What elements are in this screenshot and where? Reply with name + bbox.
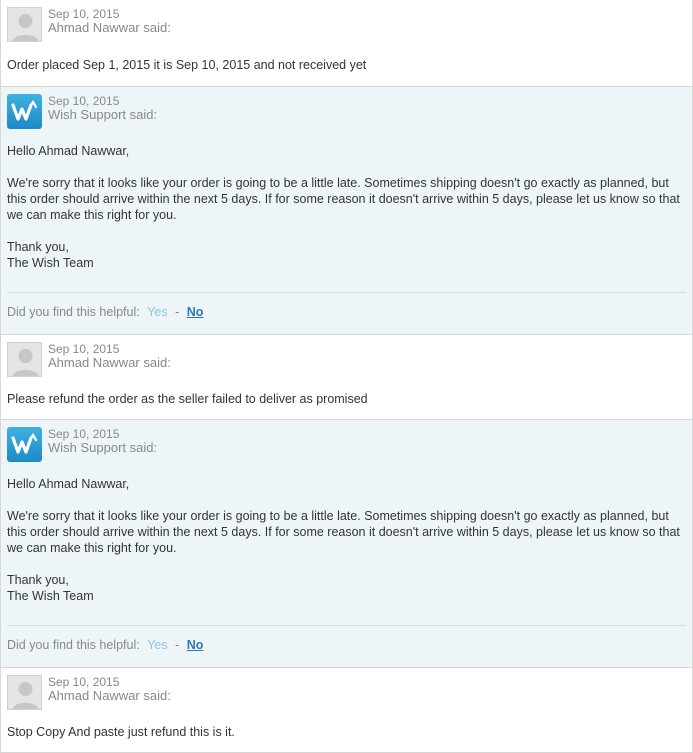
user-avatar-icon (7, 7, 42, 42)
message-text: Please refund the order as the seller fa… (7, 392, 368, 406)
signature-text: The Wish Team (7, 256, 94, 270)
message-body: Hello Ahmad Nawwar, We're sorry that it … (7, 143, 684, 271)
message-body: Order placed Sep 1, 2015 it is Sep 10, 2… (7, 57, 684, 73)
message-body: Please refund the order as the seller fa… (7, 391, 684, 407)
message-author: Wish Support said: (48, 107, 158, 122)
wish-logo-icon (7, 427, 42, 462)
message-meta: Sep 10, 2015 Wish Support said: (48, 95, 158, 122)
helpful-yes-link[interactable]: Yes (147, 305, 167, 319)
helpful-no-link[interactable]: No (187, 305, 204, 319)
message-meta: Sep 10, 2015 Ahmad Nawwar said: (48, 8, 171, 35)
message-meta: Sep 10, 2015 Ahmad Nawwar said: (48, 343, 171, 370)
message-meta: Sep 10, 2015 Wish Support said: (48, 428, 158, 455)
message-author: Ahmad Nawwar said: (48, 688, 171, 703)
signature-text: The Wish Team (7, 589, 94, 603)
user-avatar-icon (7, 342, 42, 377)
greeting-text: Hello Ahmad Nawwar, (7, 477, 130, 491)
message-author: Ahmad Nawwar said: (48, 20, 171, 35)
signoff-text: Thank you, (7, 240, 69, 254)
message-meta: Sep 10, 2015 Ahmad Nawwar said: (48, 676, 171, 703)
helpful-feedback: Did you find this helpful: Yes - No (7, 292, 686, 319)
helpful-prompt: Did you find this helpful: (7, 638, 140, 652)
message-author: Wish Support said: (48, 440, 158, 455)
greeting-text: Hello Ahmad Nawwar, (7, 144, 130, 158)
wish-logo-icon (7, 94, 42, 129)
helpful-yes-link[interactable]: Yes (147, 638, 167, 652)
helpful-separator: - (175, 305, 180, 319)
helpful-separator: - (175, 638, 180, 652)
message-user: Sep 10, 2015 Ahmad Nawwar said: Please r… (1, 335, 692, 420)
message-thread: Sep 10, 2015 Ahmad Nawwar said: Order pl… (0, 0, 693, 753)
response-text: We're sorry that it looks like your orde… (7, 176, 680, 222)
user-avatar-icon (7, 675, 42, 710)
message-user: Sep 10, 2015 Ahmad Nawwar said: Order pl… (1, 0, 692, 87)
helpful-prompt: Did you find this helpful: (7, 305, 140, 319)
message-support: Sep 10, 2015 Wish Support said: Hello Ah… (1, 87, 692, 335)
helpful-no-link[interactable]: No (187, 638, 204, 652)
message-user: Sep 10, 2015 Ahmad Nawwar said: Stop Cop… (1, 668, 692, 753)
message-support: Sep 10, 2015 Wish Support said: Hello Ah… (1, 420, 692, 668)
message-text: Order placed Sep 1, 2015 it is Sep 10, 2… (7, 58, 367, 72)
message-body: Hello Ahmad Nawwar, We're sorry that it … (7, 476, 684, 604)
message-author: Ahmad Nawwar said: (48, 355, 171, 370)
message-body: Stop Copy And paste just refund this is … (7, 724, 684, 740)
response-text: We're sorry that it looks like your orde… (7, 509, 680, 555)
signoff-text: Thank you, (7, 573, 69, 587)
helpful-feedback: Did you find this helpful: Yes - No (7, 625, 686, 652)
message-text: Stop Copy And paste just refund this is … (7, 725, 235, 739)
